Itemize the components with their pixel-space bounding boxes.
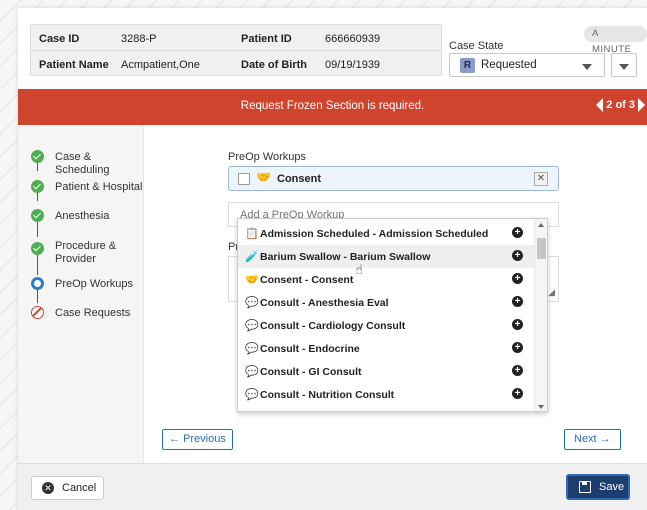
alert-message: Request Frozen Section is required. [240, 100, 425, 112]
previous-button[interactable]: ← Previous [162, 429, 233, 450]
step-procedure-provider[interactable]: Procedure & Provider [55, 240, 135, 266]
previous-label: Previous [183, 433, 226, 445]
case-request-panel: Case ID 3288-P Patient ID 666660939 Pati… [18, 8, 647, 510]
dropdown-option[interactable]: 💬 Consult - GI Consult + [238, 360, 535, 383]
add-icon[interactable]: + [512, 388, 523, 399]
step-connector [37, 289, 38, 303]
case-info-table: Case ID 3288-P Patient ID 666660939 Pati… [30, 24, 442, 76]
dropdown-option-label: Consent - Consent [260, 274, 354, 286]
selected-workup-chip: 🤝 Consent ✕ [228, 166, 559, 191]
workup-dropdown-list: 📋 Admission Scheduled - Admission Schedu… [237, 218, 548, 412]
alert-pager-text: 2 of 3 [606, 99, 635, 111]
dropdown-option-label: Consult - Nutrition Consult [260, 389, 395, 401]
handshake-icon: 🤝 [245, 274, 259, 286]
selected-workup-label: Consent [277, 173, 321, 185]
alert-pager: 2 of 3 [596, 98, 645, 112]
step-connector [37, 253, 38, 275]
floppy-disk-icon [579, 481, 591, 493]
step-sidebar: Case & Scheduling Patient & Hospital Ane… [18, 125, 144, 463]
patient-id-value: 666660939 [325, 33, 381, 45]
step-patient-hospital[interactable]: Patient & Hospital [55, 181, 142, 194]
check-circle-icon [31, 242, 44, 255]
barium-icon: 🧪 [245, 251, 259, 263]
next-label: Next [574, 433, 597, 445]
add-icon[interactable]: + [512, 273, 523, 284]
add-icon[interactable]: + [512, 319, 523, 330]
clipboard-icon: 📋 [245, 228, 259, 240]
comments-icon: 💬 [245, 366, 259, 378]
hand-cursor-icon: ☝ [355, 262, 363, 277]
save-button[interactable]: Save [566, 474, 630, 500]
step-case-scheduling[interactable]: Case & Scheduling [55, 151, 143, 177]
next-alert-icon[interactable] [638, 98, 645, 112]
case-state-value: Requested [481, 59, 537, 71]
dropdown-option[interactable]: 💬 Consult - Cardiology Consult + [238, 314, 535, 337]
comments-icon: 💬 [245, 343, 259, 355]
comments-icon: 💬 [245, 320, 259, 332]
case-state-label: Case State [449, 40, 504, 52]
arrow-right-icon: → [599, 433, 611, 445]
dropdown-option[interactable]: 💬 Consult - Nutrition Consult + [238, 383, 535, 406]
check-circle-icon [31, 209, 44, 222]
scroll-down-icon[interactable] [538, 405, 544, 409]
add-icon[interactable]: + [512, 365, 523, 376]
cancel-label: Cancel [62, 482, 97, 494]
dob-label: Date of Birth [241, 59, 307, 71]
dropdown-option-label: Barium Swallow - Barium Swallow [260, 251, 431, 263]
arrow-left-icon: ← [169, 433, 180, 445]
comments-icon: 💬 [245, 297, 259, 309]
save-label: Save [599, 481, 625, 493]
time-badge: A MINUTE [584, 26, 647, 55]
handshake-icon: 🤝 [256, 170, 271, 184]
dob-value: 09/19/1939 [325, 59, 381, 71]
dropdown-option[interactable]: 📋 Admission Scheduled - Admission Schedu… [238, 222, 535, 245]
dropdown-scrollbar[interactable] [534, 219, 547, 411]
close-circle-icon: ✕ [42, 482, 54, 494]
scroll-up-icon[interactable] [538, 223, 544, 227]
dropdown-option-label: Consult - Cardiology Consult [260, 320, 406, 332]
resize-handle-icon[interactable]: ◢ [548, 287, 555, 298]
alert-banner: Request Frozen Section is required. 2 of… [18, 89, 647, 125]
case-info-row: Patient Name Acmpatient,One Date of Birt… [31, 51, 441, 77]
dropdown-option[interactable]: 💬 Consult - Endocrine + [238, 337, 535, 360]
add-icon[interactable]: + [512, 296, 523, 307]
step-preop-workups[interactable]: PreOp Workups [55, 278, 133, 291]
current-step-icon [31, 277, 44, 290]
patient-name-value: Acmpatient,One [121, 59, 200, 71]
dropdown-option-label: Admission Scheduled - Admission Schedule… [260, 228, 489, 240]
step-case-requests[interactable]: Case Requests [55, 307, 130, 320]
remove-workup-button[interactable]: ✕ [534, 172, 548, 186]
add-icon[interactable]: + [512, 342, 523, 353]
check-circle-icon [31, 180, 44, 193]
actions-dropdown-button[interactable] [611, 53, 637, 77]
scrollbar-thumb[interactable] [537, 238, 546, 259]
workup-checkbox[interactable] [238, 173, 250, 185]
dropdown-option-label: Consult - GI Consult [260, 366, 362, 378]
comments-icon: 💬 [245, 389, 259, 401]
step-anesthesia[interactable]: Anesthesia [55, 210, 109, 223]
dropdown-option-label: Consult - Endocrine [260, 343, 360, 355]
preop-workups-label: PreOp Workups [228, 151, 307, 163]
case-id-label: Case ID [39, 33, 80, 45]
add-icon[interactable]: + [512, 250, 523, 261]
dropdown-option[interactable]: 🧪 Barium Swallow - Barium Swallow + [238, 245, 535, 268]
chevron-down-icon [582, 64, 592, 70]
blocked-icon [31, 306, 44, 319]
check-circle-icon [31, 150, 44, 163]
patient-name-label: Patient Name [39, 59, 109, 71]
dropdown-option-label: Consult - Anesthesia Eval [260, 297, 389, 309]
dropdown-option[interactable]: 💬 Consult - Anesthesia Eval + [238, 291, 535, 314]
dropdown-option[interactable]: 🤝 Consent - Consent + [238, 268, 535, 291]
add-icon[interactable]: + [512, 227, 523, 238]
state-badge: R [460, 58, 475, 73]
case-id-value: 3288-P [121, 33, 157, 45]
patient-id-label: Patient ID [241, 33, 292, 45]
cancel-button[interactable]: ✕ Cancel [31, 476, 104, 500]
footer-bar: ✕ Cancel Save [18, 463, 647, 510]
next-button[interactable]: Next → [564, 429, 621, 450]
previous-alert-icon[interactable] [596, 98, 604, 112]
chevron-down-icon [619, 64, 629, 70]
case-info-row: Case ID 3288-P Patient ID 666660939 [31, 25, 441, 51]
case-state-select[interactable]: R Requested [449, 53, 605, 77]
